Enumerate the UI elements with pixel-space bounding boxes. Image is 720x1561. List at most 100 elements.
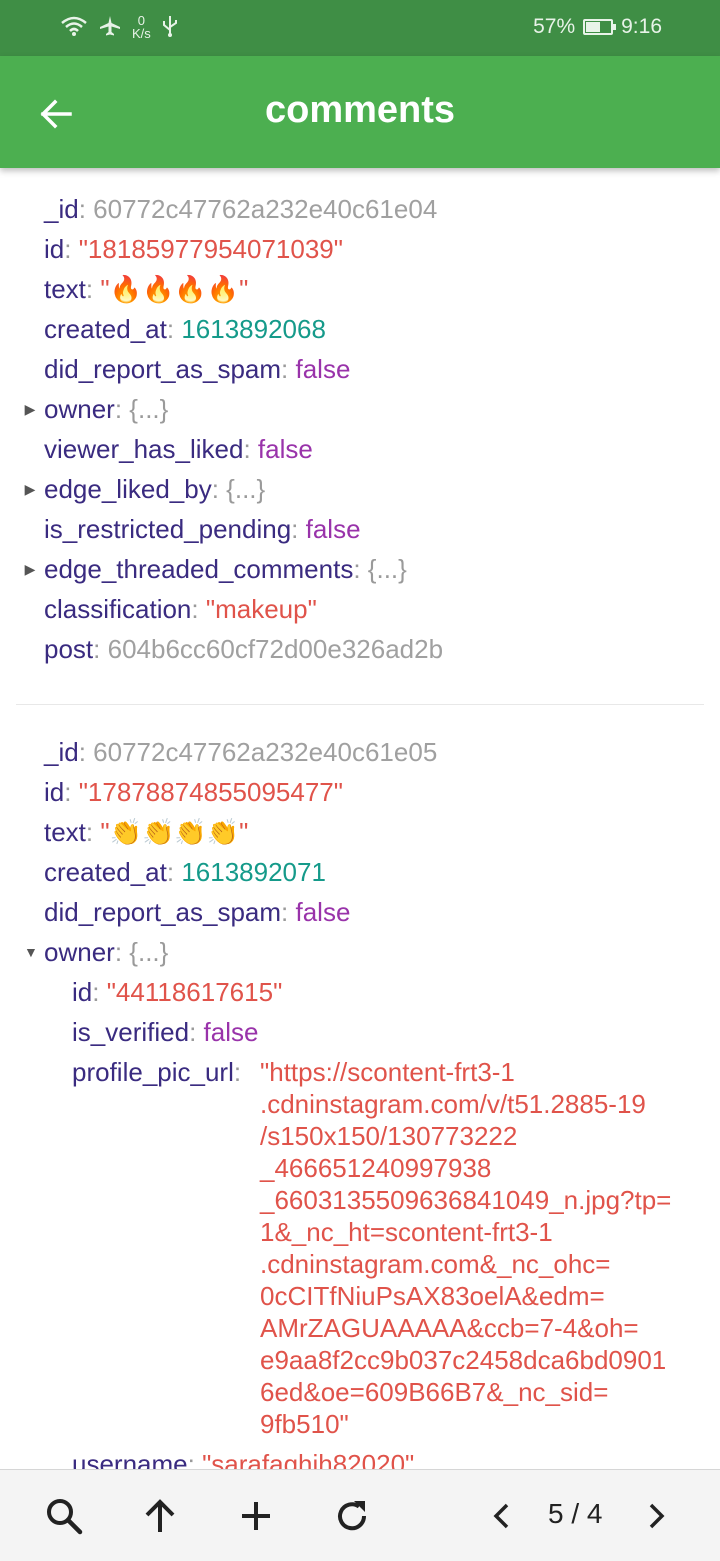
refresh-icon: [338, 1501, 367, 1531]
field-key: edge_liked_by: [44, 474, 212, 504]
tree-row-viewer-has-liked: viewer_has_liked: false: [44, 429, 313, 469]
field-value: "🔥🔥🔥🔥": [100, 274, 249, 304]
field-key: did_report_as_spam: [44, 897, 282, 927]
field-value: 60772c47762a232e40c61e04: [93, 194, 438, 224]
separator: :: [233, 1057, 242, 1087]
tree-row-profile-pic-url: profile_pic_url:: [72, 1052, 241, 1092]
tree-row-text: text: "👏👏👏👏": [44, 812, 248, 852]
status-bar: 0 K/s 57% 9:16: [0, 0, 720, 56]
separator: :: [64, 777, 79, 807]
previous-page-button[interactable]: [478, 1492, 526, 1540]
field-key: edge_threaded_comments: [44, 554, 354, 584]
field-key: post: [44, 634, 94, 664]
field-key: _id: [44, 737, 79, 767]
separator: :: [281, 354, 296, 384]
field-key: text: [44, 274, 86, 304]
field-key: created_at: [44, 857, 167, 887]
search-icon: [47, 1499, 83, 1535]
field-key: created_at: [44, 314, 167, 344]
json-tree-view[interactable]: _id: 60772c47762a232e40c61e04 id: "181859…: [0, 168, 720, 1469]
battery-percent: 57%: [533, 15, 576, 38]
field-key: owner: [44, 937, 115, 967]
net-speed: 0 K/s: [132, 14, 151, 40]
separator: :: [243, 434, 258, 464]
tree-row-classification: classification: "makeup": [44, 589, 317, 629]
tree-row-created-at: created_at: 1613892071: [44, 852, 326, 892]
page-indicator: 5 / 4: [548, 1498, 603, 1529]
status-icons-right: 57% 9:16: [533, 15, 662, 39]
arrow-up-icon: [145, 1499, 175, 1532]
battery-icon: [583, 19, 617, 35]
field-value: 604b6cc60cf72d00e326ad2b: [107, 634, 444, 664]
separator: :: [64, 234, 79, 264]
tree-row-edge-liked-by[interactable]: ▶ edge_liked_by: {...}: [25, 469, 266, 509]
next-page-button[interactable]: [632, 1492, 680, 1540]
net-speed-unit: K/s: [132, 26, 151, 41]
field-value: "18185977954071039": [78, 234, 343, 264]
wifi-icon: [61, 16, 87, 36]
separator: :: [211, 474, 227, 504]
tree-row-post: post: 604b6cc60cf72d00e326ad2b: [44, 629, 443, 669]
field-key: username: [72, 1449, 188, 1469]
tree-row-is-verified: is_verified: false: [72, 1012, 258, 1052]
field-value: false: [295, 354, 351, 384]
separator: :: [166, 314, 182, 344]
field-key: profile_pic_url: [72, 1057, 234, 1087]
tree-row--id: _id: 60772c47762a232e40c61e05: [44, 732, 437, 772]
field-value: {...}: [129, 937, 169, 967]
page-title: comments: [264, 89, 456, 131]
separator: :: [166, 857, 182, 887]
plus-icon: [242, 1502, 270, 1530]
scroll-top-button[interactable]: [136, 1492, 184, 1540]
app-bar: comments: [0, 56, 720, 168]
separator: :: [114, 394, 130, 424]
bottom-toolbar: 5 / 4: [0, 1469, 720, 1561]
field-key: text: [44, 817, 86, 847]
tree-row-username: username: "sarafaghih82020": [72, 1444, 414, 1469]
expand-triangle-icon[interactable]: ▶: [24, 469, 36, 509]
separator: :: [78, 737, 94, 767]
field-value: 1613892068: [181, 314, 326, 344]
separator: :: [191, 594, 206, 624]
field-key: id: [44, 777, 65, 807]
tree-row-edge-threaded-comments[interactable]: ▶ edge_threaded_comments: {...}: [25, 549, 407, 589]
field-key: _id: [44, 194, 79, 224]
tree-row-owner[interactable]: ▶ owner: {...}: [25, 389, 169, 429]
page-current: 5: [548, 1498, 564, 1529]
add-button[interactable]: [232, 1492, 280, 1540]
usb-icon: [162, 16, 177, 37]
tree-row-id: id: "18185977954071039": [44, 229, 343, 269]
tree-row--id: _id: 60772c47762a232e40c61e04: [44, 189, 437, 229]
field-key: classification: [44, 594, 192, 624]
field-value: "17878874855095477": [78, 777, 343, 807]
field-value: false: [295, 897, 351, 927]
field-key: did_report_as_spam: [44, 354, 282, 384]
separator: :: [92, 977, 107, 1007]
field-value: false: [203, 1017, 259, 1047]
field-key: id: [72, 977, 93, 1007]
expand-triangle-icon[interactable]: ▶: [24, 549, 36, 589]
separator: :: [189, 1017, 204, 1047]
status-icons-left: 0 K/s: [60, 12, 179, 40]
record-divider: [16, 704, 704, 705]
separator: :: [114, 937, 130, 967]
collapse-triangle-icon[interactable]: ▼: [24, 932, 38, 972]
tree-row-is-restricted-pending: is_restricted_pending: false: [44, 509, 361, 549]
field-value: "👏👏👏👏": [100, 817, 249, 847]
tree-row-text: text: "🔥🔥🔥🔥": [44, 269, 248, 309]
tree-row-id: id: "44118617615": [72, 972, 282, 1012]
chevron-left-icon: [493, 1503, 509, 1529]
separator: :: [78, 194, 94, 224]
expand-triangle-icon[interactable]: ▶: [24, 389, 36, 429]
search-button[interactable]: [40, 1492, 88, 1540]
field-value: {...}: [226, 474, 266, 504]
profile-pic-url-value: "https://scontent-frt3-1 .cdninstagram.c…: [260, 1057, 672, 1439]
tree-row-owner[interactable]: ▼ owner: {...}: [24, 932, 169, 972]
separator: :: [85, 274, 101, 304]
refresh-button[interactable]: [328, 1492, 376, 1540]
tree-row-did-report-as-spam: did_report_as_spam: false: [44, 892, 350, 932]
field-key: owner: [44, 394, 115, 424]
separator: :: [291, 514, 306, 544]
clock: 9:16: [621, 15, 662, 38]
airplane-icon: [100, 16, 120, 36]
